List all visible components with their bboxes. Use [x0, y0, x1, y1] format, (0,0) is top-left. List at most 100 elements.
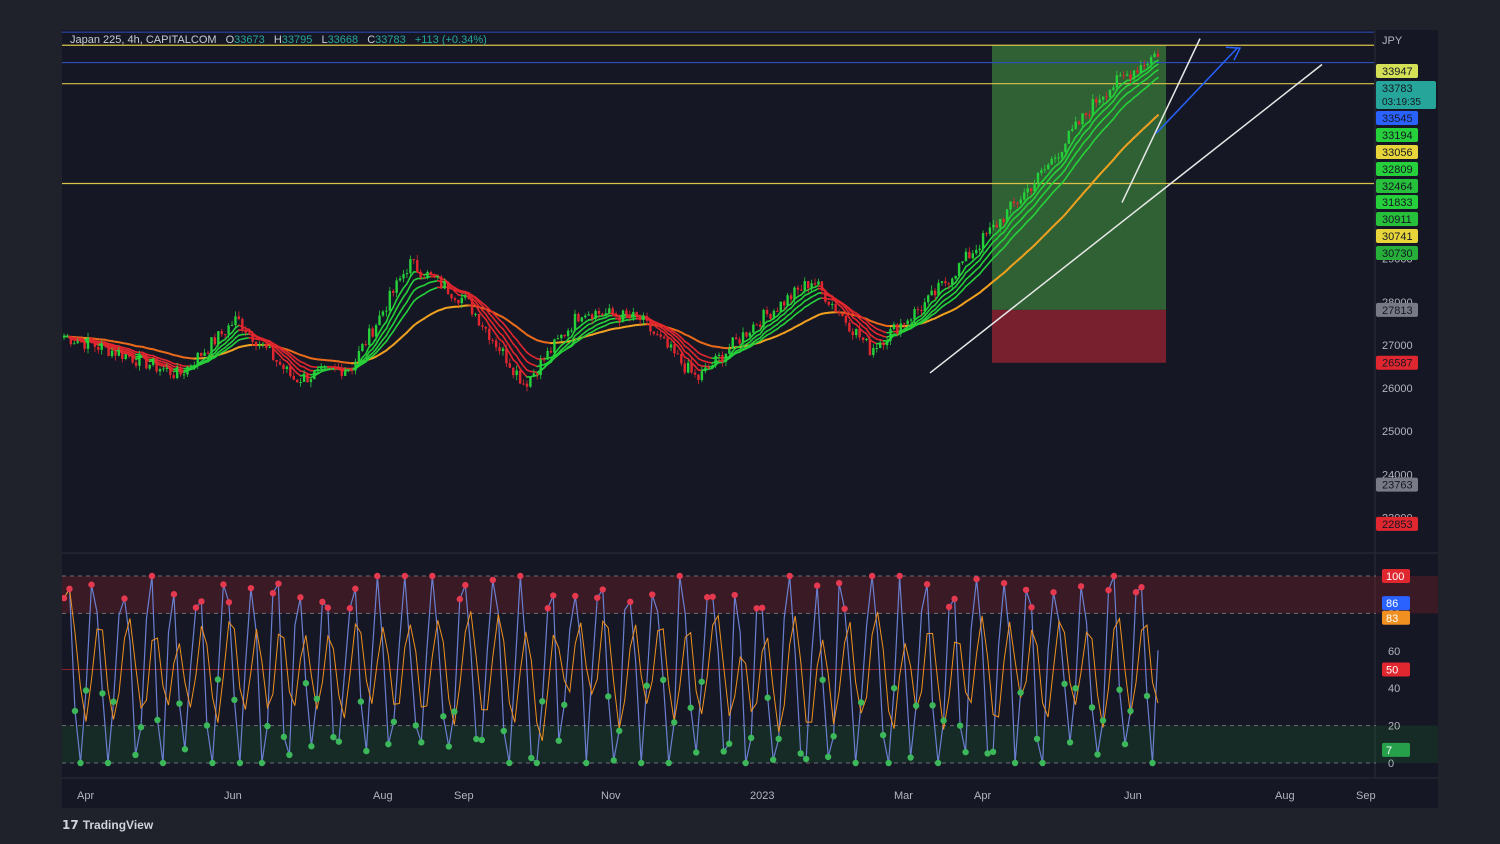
price-label-text: 27813	[1382, 305, 1413, 317]
candle-body	[1095, 99, 1098, 103]
candle-body	[779, 301, 782, 312]
candle-body	[151, 358, 155, 365]
x-tick-label: 2023	[750, 790, 774, 802]
price-label-text: 33194	[1382, 130, 1413, 142]
candle-body	[635, 311, 638, 316]
candle-body	[841, 313, 844, 316]
stochastic-overbought-dot	[148, 572, 156, 580]
candle-body	[724, 353, 728, 362]
stochastic-oversold-dot	[956, 722, 964, 729]
candle-body	[789, 295, 793, 300]
candle-body	[512, 367, 515, 376]
candle-body	[988, 227, 992, 234]
stochastic-overbought-dot	[973, 575, 980, 583]
stochastic-overbought-dot	[346, 605, 354, 612]
x-tick-label: Sep	[1356, 790, 1376, 802]
stochastic-oversold-dot	[693, 749, 700, 756]
fast-moving-average	[388, 323, 395, 330]
candle-body	[398, 278, 402, 281]
candle-body	[563, 334, 566, 337]
candle-body	[460, 297, 464, 304]
fast-moving-average	[399, 315, 405, 322]
stochastic-oversold-dot	[1017, 689, 1024, 696]
tradingview-brand[interactable]: 17 TradingView	[62, 818, 153, 832]
fast-moving-average	[515, 338, 521, 346]
fast-moving-average	[502, 328, 508, 335]
stochastic-oversold-dot	[989, 748, 997, 756]
x-tick-label: Mar	[894, 790, 913, 802]
candle-body	[193, 365, 196, 367]
stochastic-oversold-dot	[110, 698, 117, 705]
stochastic-oversold-dot	[418, 739, 425, 746]
candle-body	[405, 273, 409, 275]
candle-body	[498, 347, 501, 352]
candle-body	[1016, 203, 1019, 205]
symbol-name[interactable]: Japan 225, 4h, CAPITALCOM	[70, 34, 217, 46]
close-value: 33783	[375, 34, 406, 46]
candle-body	[700, 371, 704, 381]
fast-moving-average	[399, 287, 405, 295]
stochastic-oversold-dot	[1072, 685, 1079, 692]
candle-body	[385, 310, 388, 312]
candle-body	[848, 322, 851, 332]
candle-body	[148, 364, 151, 369]
fast-moving-average	[934, 294, 940, 302]
stochastic-oversold-dot	[154, 716, 161, 724]
stochastic-overbought-dot	[517, 572, 524, 580]
fast-moving-average	[848, 317, 854, 324]
candle-body	[285, 366, 289, 370]
stochastic-overbought-dot	[192, 604, 200, 611]
stochastic-overbought-dot	[1050, 589, 1057, 596]
candle-body	[247, 332, 251, 334]
overbought-band	[62, 576, 1438, 614]
candle-body	[199, 352, 203, 356]
stochastic-oversold-dot	[1149, 759, 1156, 767]
high-value: 33795	[281, 34, 313, 46]
stochastic-overbought-dot	[269, 589, 277, 597]
candle-body	[714, 355, 717, 366]
stochastic-oversold-dot	[440, 713, 447, 720]
chart-canvas[interactable]: AprJunAugSepNov2023MarAprJunAugSepJPY230…	[62, 30, 1438, 808]
stochastic-y-tick: 40	[1388, 683, 1400, 695]
x-tick-label: Jun	[1124, 790, 1142, 802]
candle-body	[940, 281, 944, 283]
x-tick-label: Aug	[1275, 790, 1295, 802]
fast-moving-average	[515, 346, 521, 354]
candle-body	[1050, 158, 1053, 165]
stochastic-oversold-dot	[412, 722, 420, 729]
fast-moving-average	[515, 362, 521, 370]
stochastic-overbought-dot	[401, 572, 409, 580]
stochastic-overbought-dot	[758, 604, 766, 612]
candle-body	[433, 274, 436, 278]
candle-body	[138, 353, 141, 366]
candle-body	[827, 301, 830, 305]
stochastic-oversold-dot	[533, 759, 540, 767]
stochastic-oversold-dot	[280, 733, 288, 741]
candle-body	[522, 383, 525, 385]
stochastic-oversold-dot	[1143, 692, 1151, 700]
stochastic-overbought-dot	[297, 594, 304, 601]
candle-body	[453, 298, 457, 300]
candle-body	[110, 350, 114, 357]
candle-body	[680, 354, 683, 364]
candle-body	[299, 381, 302, 383]
candle-body	[1012, 201, 1016, 204]
candle-body	[121, 350, 124, 359]
candle-body	[412, 259, 416, 261]
candle-body	[333, 367, 337, 369]
candle-body	[162, 368, 165, 370]
stochastic-oversold-dot	[258, 759, 266, 767]
fast-moving-average	[519, 352, 525, 359]
candle-body	[947, 283, 951, 285]
candle-body	[426, 272, 429, 279]
stochastic-overbought-dot	[462, 581, 469, 589]
candle-body	[697, 374, 700, 381]
stochastic-oversold-dot	[583, 759, 590, 767]
candle-body	[529, 376, 532, 387]
fast-moving-average	[783, 305, 789, 311]
stochastic-overbought-dot	[951, 595, 958, 603]
candle-body	[1047, 164, 1050, 170]
price-label-text: 30730	[1382, 248, 1413, 260]
stochastic-overbought-dot	[1110, 572, 1118, 580]
stochastic-oversold-dot	[104, 759, 112, 767]
